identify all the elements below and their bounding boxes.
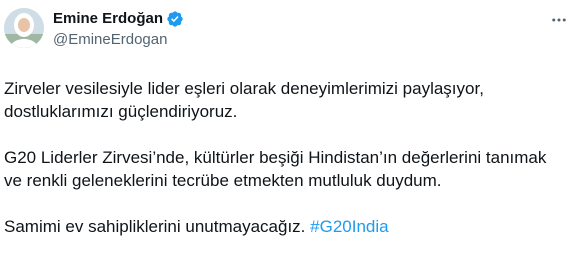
author-handle[interactable]: @EmineErdogan	[53, 30, 184, 50]
tweet-line: Zirveler vesilesiyle lider eşleri olarak…	[4, 79, 484, 98]
hashtag-link[interactable]: #G20India	[310, 217, 388, 236]
tweet-paragraph: G20 Liderler Zirvesi’nde, kültürler beşi…	[4, 146, 572, 192]
tweet-text: Zirveler vesilesiyle lider eşleri olarak…	[4, 77, 572, 261]
author-name-row: Emine Erdoğan	[53, 9, 184, 29]
more-horizontal-icon	[550, 11, 568, 34]
tweet-paragraph: Samimi ev sahipliklerini unutmayacağız. …	[4, 215, 572, 238]
tweet-line: Samimi ev sahipliklerini unutmayacağız.	[4, 217, 306, 236]
more-options-button[interactable]	[547, 10, 571, 34]
tweet-card: Emine Erdoğan @EmineErdogan Zirveler ves…	[0, 0, 585, 251]
author-display-name[interactable]: Emine Erdoğan	[53, 9, 163, 29]
tweet-paragraph: Zirveler vesilesiyle lider eşleri olarak…	[4, 77, 572, 123]
tweet-line: G20 Liderler Zirvesi’nde, kültürler beşi…	[4, 148, 547, 167]
verified-badge-icon	[166, 10, 184, 28]
tweet-author: Emine Erdoğan @EmineErdogan	[53, 9, 184, 50]
tweet-line: ve renkli geleneklerini tecrübe etmekten…	[4, 171, 442, 190]
tweet-line: dostluklarımızı güçlendiriyoruz.	[4, 102, 238, 121]
avatar[interactable]	[4, 8, 44, 48]
